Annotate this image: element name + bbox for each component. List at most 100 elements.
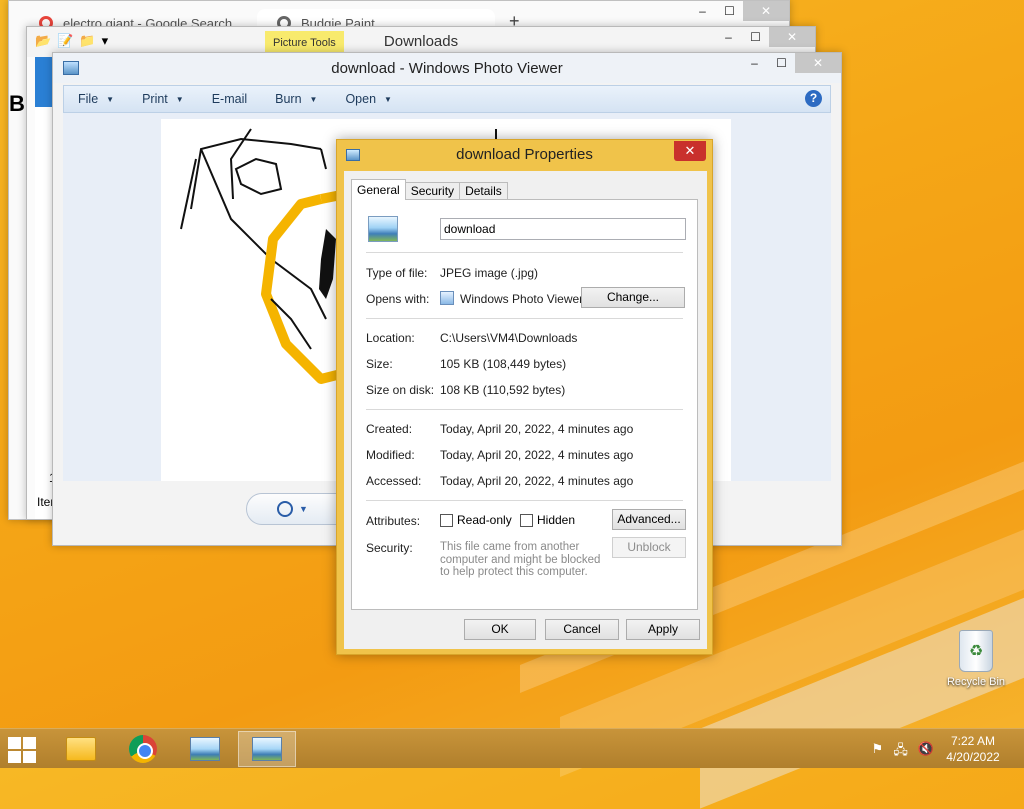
photo-viewer-menubar: File ▼ Print ▼ E-mail Burn ▼ Open ▼ ? bbox=[63, 85, 831, 113]
menu-email[interactable]: E-mail bbox=[198, 92, 261, 106]
menu-label: Burn bbox=[275, 92, 302, 106]
divider bbox=[366, 318, 683, 319]
photo-viewer-title: download - Windows Photo Viewer bbox=[331, 60, 563, 77]
ok-button[interactable]: OK bbox=[464, 619, 536, 640]
menu-print[interactable]: Print ▼ bbox=[128, 92, 198, 106]
explorer-navigation-pane[interactable] bbox=[35, 57, 53, 519]
chevron-down-icon: ▼ bbox=[106, 94, 115, 104]
windows-logo-icon bbox=[8, 737, 21, 749]
recycle-bin-icon bbox=[959, 630, 993, 672]
chrome-icon bbox=[129, 735, 157, 763]
zoom-icon bbox=[277, 501, 293, 517]
image-file-icon bbox=[368, 216, 398, 242]
security-label: Security: bbox=[366, 541, 413, 555]
menu-label: Open bbox=[345, 92, 377, 106]
viewer-window-controls: – ☐ ✕ bbox=[741, 53, 841, 73]
chevron-down-icon: ▼ bbox=[384, 94, 392, 104]
checkbox-label: Read-only bbox=[457, 513, 512, 527]
checkbox-box[interactable] bbox=[440, 513, 453, 527]
action-center-icon[interactable]: ⚑ bbox=[872, 741, 884, 763]
security-message: This file came from another computer and… bbox=[440, 541, 601, 578]
system-tray: ⚑ 🖧 🔇 bbox=[872, 741, 934, 763]
menu-open[interactable]: Open ▼ bbox=[331, 92, 406, 106]
volume-muted-icon[interactable]: 🔇 bbox=[918, 741, 934, 763]
windows-logo-icon bbox=[23, 737, 36, 749]
chevron-down-icon: ▼ bbox=[175, 94, 184, 104]
properties-body: General Security Details Type of file: J… bbox=[344, 171, 707, 649]
minimize-button[interactable]: – bbox=[715, 27, 742, 47]
explorer-title: Downloads bbox=[383, 33, 459, 50]
size-on-disk-value: 108 KB (110,592 bytes) bbox=[440, 383, 566, 397]
tab-details[interactable]: Details bbox=[459, 182, 508, 200]
network-icon[interactable]: 🖧 bbox=[893, 741, 908, 763]
menu-label: Print bbox=[142, 92, 168, 106]
taskbar-photos[interactable] bbox=[176, 731, 234, 767]
type-label: Type of file: bbox=[366, 266, 428, 280]
image-icon bbox=[252, 737, 282, 761]
chrome-page-fragment: B bbox=[9, 91, 25, 116]
readonly-checkbox[interactable]: Read-only bbox=[440, 513, 512, 527]
folder-icon bbox=[66, 737, 96, 761]
taskbar-chrome[interactable] bbox=[114, 731, 172, 767]
tab-general[interactable]: General bbox=[351, 179, 406, 200]
properties-tabs: General Security Details bbox=[351, 179, 508, 200]
checkbox-label: Hidden bbox=[537, 513, 576, 527]
general-panel: Type of file: JPEG image (.jpg) Opens wi… bbox=[351, 199, 698, 610]
location-value: C:\Users\VM4\Downloads bbox=[440, 331, 578, 345]
close-button[interactable]: ✕ bbox=[743, 1, 789, 21]
close-button[interactable]: ✕ bbox=[674, 141, 706, 161]
menu-file[interactable]: File ▼ bbox=[64, 92, 128, 106]
size-value: 105 KB (108,449 bytes) bbox=[440, 357, 567, 371]
taskbar-photo-viewer[interactable] bbox=[238, 731, 296, 767]
start-button[interactable] bbox=[8, 737, 38, 763]
photo-viewer-titlebar[interactable]: download - Windows Photo Viewer – ☐ ✕ bbox=[53, 53, 841, 83]
modified-value: Today, April 20, 2022, 4 minutes ago bbox=[440, 448, 634, 462]
unblock-button[interactable]: Unblock bbox=[612, 537, 686, 558]
divider bbox=[366, 409, 683, 410]
close-button[interactable]: ✕ bbox=[795, 53, 841, 73]
tab-security[interactable]: Security bbox=[404, 182, 461, 200]
chevron-down-icon: ▼ bbox=[299, 504, 308, 514]
menu-burn[interactable]: Burn ▼ bbox=[261, 92, 331, 106]
windows-logo-icon bbox=[23, 751, 36, 763]
windows-logo-icon bbox=[8, 751, 21, 763]
size-on-disk-label: Size on disk: bbox=[366, 383, 435, 397]
close-button[interactable]: ✕ bbox=[769, 27, 815, 47]
opens-with-label: Opens with: bbox=[366, 292, 430, 306]
location-label: Location: bbox=[366, 331, 415, 345]
help-icon[interactable]: ? bbox=[805, 90, 822, 107]
chevron-down-icon: ▼ bbox=[309, 94, 318, 104]
advanced-button[interactable]: Advanced... bbox=[612, 509, 686, 530]
filename-input[interactable] bbox=[440, 218, 686, 240]
menu-label: File bbox=[78, 92, 99, 106]
image-icon bbox=[190, 737, 220, 761]
minimize-button[interactable]: – bbox=[741, 53, 768, 73]
clock[interactable]: 7:22 AM 4/20/2022 bbox=[938, 733, 1008, 765]
checkbox-box[interactable] bbox=[520, 513, 533, 527]
minimize-button[interactable]: – bbox=[689, 1, 716, 21]
apply-button[interactable]: Apply bbox=[626, 619, 700, 640]
hidden-checkbox[interactable]: Hidden bbox=[520, 513, 575, 527]
size-label: Size: bbox=[366, 357, 393, 371]
menu-label: E-mail bbox=[211, 92, 248, 106]
change-button[interactable]: Change... bbox=[581, 287, 685, 308]
properties-dialog[interactable]: download Properties ✕ General Security D… bbox=[336, 139, 713, 655]
created-value: Today, April 20, 2022, 4 minutes ago bbox=[440, 422, 634, 436]
opens-with-value: Windows Photo Viewer bbox=[440, 291, 583, 306]
photo-viewer-icon bbox=[440, 291, 454, 305]
maximize-button[interactable]: ☐ bbox=[768, 53, 795, 73]
cancel-button[interactable]: Cancel bbox=[545, 619, 619, 640]
properties-title: download Properties bbox=[456, 146, 593, 163]
type-value: JPEG image (.jpg) bbox=[440, 266, 539, 280]
clock-date: 4/20/2022 bbox=[946, 750, 1000, 764]
recycle-bin-desktop-icon[interactable]: Recycle Bin bbox=[944, 630, 1008, 688]
recycle-bin-label: Recycle Bin bbox=[946, 676, 1006, 688]
maximize-button[interactable]: ☐ bbox=[742, 27, 769, 47]
modified-label: Modified: bbox=[366, 448, 415, 462]
clock-time: 7:22 AM bbox=[950, 734, 996, 748]
divider bbox=[366, 500, 683, 501]
opens-with-app: Windows Photo Viewer bbox=[460, 292, 584, 306]
maximize-button[interactable]: ☐ bbox=[716, 1, 743, 21]
taskbar-file-explorer[interactable] bbox=[52, 731, 110, 767]
ribbon-file-tab[interactable] bbox=[35, 57, 53, 107]
